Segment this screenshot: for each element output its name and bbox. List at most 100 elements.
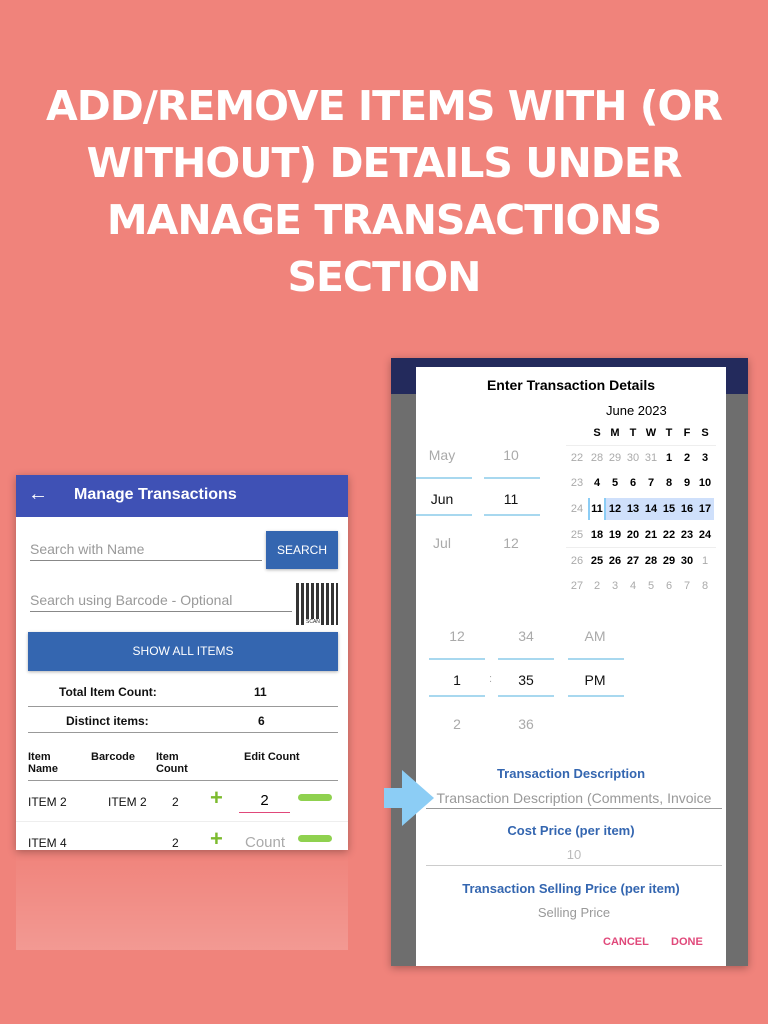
day-next[interactable]: 12 — [483, 535, 539, 551]
edit-count-input[interactable]: 2 — [239, 792, 290, 813]
calendar-day[interactable]: 27 — [624, 550, 642, 572]
calendar-day[interactable]: 21 — [642, 524, 660, 546]
hour-selected[interactable]: 1 — [429, 672, 485, 688]
barcode-input[interactable]: Search using Barcode - Optional — [30, 592, 292, 612]
calendar-day[interactable]: 12 — [606, 497, 624, 520]
qr-scan-icon[interactable]: SCAN — [296, 583, 338, 625]
calendar-day[interactable]: 24 — [696, 524, 714, 546]
month-selected[interactable]: Jun — [414, 491, 470, 507]
week-number: 25 — [570, 528, 584, 541]
calendar-day[interactable]: 18 — [588, 524, 606, 546]
calendar-day[interactable]: 23 — [678, 524, 696, 546]
month-prev[interactable]: May — [414, 447, 470, 463]
weekday-header: T — [665, 427, 673, 439]
page-title: Manage Transactions — [74, 486, 237, 503]
minute-prev[interactable]: 34 — [498, 628, 554, 644]
day-prev[interactable]: 10 — [483, 447, 539, 463]
row-item-count: 2 — [172, 795, 179, 809]
calendar-day[interactable]: 6 — [624, 472, 642, 494]
calendar-week: 23 4 5 6 7 8 9 10 — [566, 471, 716, 497]
calendar-day[interactable]: 7 — [642, 472, 660, 494]
minute-next[interactable]: 36 — [498, 716, 554, 732]
cost-price-label: Cost Price (per item) — [507, 823, 635, 838]
back-arrow-icon[interactable]: ← — [28, 483, 48, 506]
calendar-day[interactable]: 30 — [678, 550, 696, 572]
calendar-day[interactable]: 25 — [588, 550, 606, 572]
cancel-button[interactable]: CANCEL — [603, 936, 649, 948]
row-barcode: ITEM 2 — [108, 795, 147, 809]
calendar-day[interactable]: 2 — [588, 575, 606, 597]
divider — [28, 706, 338, 707]
search-button[interactable]: SEARCH — [266, 531, 338, 569]
calendar-day[interactable]: 9 — [678, 472, 696, 494]
calendar-day[interactable]: 11 — [588, 497, 606, 520]
am-option[interactable]: AM — [567, 628, 623, 644]
calendar-day[interactable]: 28 — [588, 447, 606, 469]
distinct-items-label: Distinct items: — [66, 714, 149, 728]
selling-price-label: Transaction Selling Price (per item) — [462, 881, 680, 896]
calendar-day[interactable]: 29 — [660, 550, 678, 572]
selling-price-input[interactable]: Selling Price — [426, 905, 722, 920]
calendar-day[interactable]: 8 — [696, 575, 714, 597]
calendar-day[interactable]: 3 — [696, 447, 714, 469]
week-number: 26 — [570, 554, 584, 567]
calendar-day[interactable]: 16 — [678, 497, 696, 520]
calendar-day[interactable]: 13 — [624, 497, 642, 520]
week-number: 23 — [570, 477, 584, 490]
calendar-day[interactable]: 4 — [624, 575, 642, 597]
header-item-count: Item Count — [156, 751, 188, 775]
calendar-day[interactable]: 5 — [606, 472, 624, 494]
calendar-day[interactable]: 29 — [606, 447, 624, 469]
calendar-day[interactable]: 20 — [624, 524, 642, 546]
divider — [568, 695, 624, 697]
month-next[interactable]: Jul — [414, 535, 470, 551]
divider — [28, 732, 338, 733]
total-count-label: Total Item Count: — [59, 685, 157, 699]
divider — [568, 658, 624, 660]
row-item-name: ITEM 2 — [28, 795, 67, 809]
calendar-day[interactable]: 14 — [642, 497, 660, 520]
description-input[interactable]: Transaction Description (Comments, Invoi… — [426, 790, 722, 809]
calendar-day[interactable]: 4 — [588, 472, 606, 494]
calendar-week: 24 11 12 13 14 15 16 17 — [566, 496, 716, 522]
calendar-day[interactable]: 1 — [660, 447, 678, 469]
calendar-day[interactable]: 22 — [660, 524, 678, 546]
calendar-day[interactable]: 10 — [696, 472, 714, 494]
calendar-day[interactable]: 17 — [696, 497, 714, 520]
calendar-day[interactable]: 31 — [642, 447, 660, 469]
pm-selected[interactable]: PM — [567, 672, 623, 688]
show-all-items-button[interactable]: SHOW ALL ITEMS — [28, 632, 338, 671]
search-name-input[interactable]: Search with Name — [30, 541, 262, 561]
hour-prev[interactable]: 12 — [429, 628, 485, 644]
done-button[interactable]: DONE — [671, 936, 703, 948]
calendar-day[interactable]: 30 — [624, 447, 642, 469]
total-count-value: 11 — [254, 685, 267, 699]
calendar-day[interactable]: 19 — [606, 524, 624, 546]
divider — [498, 695, 554, 697]
calendar-day[interactable]: 1 — [696, 550, 714, 572]
weekday-header: T — [629, 427, 637, 439]
edit-count-input[interactable]: Count — [245, 834, 285, 850]
calendar-day[interactable]: 6 — [660, 575, 678, 597]
weekday-header: W — [645, 427, 657, 439]
calendar-day[interactable]: 26 — [606, 550, 624, 572]
calendar-day[interactable]: 15 — [660, 497, 678, 520]
plus-icon[interactable]: + — [210, 826, 223, 850]
calendar-week: 26 25 26 27 28 29 30 1 — [566, 547, 716, 573]
row-item-count: 2 — [172, 836, 179, 850]
calendar-day[interactable]: 8 — [660, 472, 678, 494]
minus-icon[interactable] — [298, 835, 332, 842]
hour-next[interactable]: 2 — [429, 716, 485, 732]
cost-price-input[interactable]: 10 — [426, 847, 722, 866]
calendar-day[interactable]: 28 — [642, 550, 660, 572]
calendar-day[interactable]: 3 — [606, 575, 624, 597]
minus-icon[interactable] — [298, 794, 332, 801]
weekday-header: S — [593, 427, 601, 439]
calendar-day[interactable]: 2 — [678, 447, 696, 469]
day-selected[interactable]: 11 — [483, 491, 539, 507]
divider — [429, 658, 485, 660]
plus-icon[interactable]: + — [210, 785, 223, 811]
calendar-day[interactable]: 5 — [642, 575, 660, 597]
calendar-day[interactable]: 7 — [678, 575, 696, 597]
minute-selected[interactable]: 35 — [498, 672, 554, 688]
